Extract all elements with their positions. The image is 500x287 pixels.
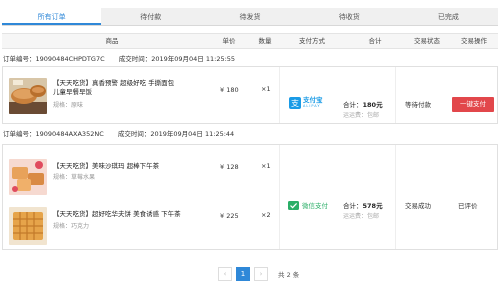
total-value: 180元 [362, 101, 383, 109]
product-spec: 规格：原味 [53, 102, 84, 109]
total-label: 合计： [343, 202, 363, 210]
pay-now-button[interactable]: 一键支付 [452, 97, 494, 112]
trade-status: 等待付款 [405, 101, 431, 109]
page-number-button[interactable]: 1 [236, 267, 250, 281]
column-divider [395, 67, 396, 123]
product-spec: 规格：草莓水果 [53, 174, 96, 181]
shipping-fee: 运运费：包邮 [343, 112, 380, 119]
product-spec: 规格：巧克力 [53, 223, 90, 230]
order-meta: 订单编号：19090484CHPDTG7C 成交时间：2019年09月04日 1… [3, 54, 235, 64]
order-total: 合计：180元 [343, 99, 383, 109]
payment-alipay: 支 支付宝 ALIPAY [289, 97, 323, 109]
tab-pending-shipment[interactable]: 待发货 [200, 8, 299, 25]
alipay-icon: 支 [289, 97, 301, 109]
tab-completed[interactable]: 已完成 [399, 8, 498, 25]
header-quantity: 数量 [258, 37, 272, 45]
order-card: 【天天吃货】真香预警 超级好吃 手撕面包 儿童早餐早饭 规格：原味 ¥ 180 … [2, 66, 498, 124]
total-count: 共 2 条 [278, 271, 300, 279]
payment-wechat: 微信支付 [288, 200, 328, 210]
svg-text:支: 支 [291, 98, 299, 108]
tab-pending-payment[interactable]: 待付款 [101, 8, 200, 25]
product-title[interactable]: 【天天吃货】超好吃华夫饼 美食诱惑 下午茶 [53, 210, 203, 219]
order-time: 成交时间：2019年09月04日 11:25:55 [118, 55, 236, 63]
trade-status: 交易成功 [405, 202, 431, 210]
unit-price: ¥ 180 [220, 86, 239, 94]
reviewed-link[interactable]: 已评价 [458, 200, 478, 210]
quantity: ×1 [261, 162, 271, 170]
total-value: 578元 [362, 202, 383, 210]
header-total: 合计 [368, 37, 382, 45]
order-number: 订单编号：19090484CHPDTG7C [3, 55, 105, 63]
unit-price: ¥ 128 [220, 163, 239, 171]
total-label: 合计： [343, 101, 363, 109]
alipay-sub-label: ALIPAY [303, 104, 321, 108]
product-title[interactable]: 【天天吃货】真香预警 超级好吃 手撕面包 儿童早餐早饭 [53, 79, 181, 97]
prev-page-button[interactable]: ‹ [218, 267, 232, 281]
column-divider [395, 145, 396, 249]
tab-pending-receipt[interactable]: 待收货 [300, 8, 399, 25]
order-tabs: 所有订单 待付款 待发货 待收货 已完成 [2, 8, 498, 26]
header-status: 交易状态 [414, 37, 440, 45]
header-payment-method: 支付方式 [299, 37, 325, 45]
tab-all-orders[interactable]: 所有订单 [2, 8, 102, 25]
quantity: ×1 [261, 85, 271, 93]
column-divider [279, 67, 280, 123]
product-image-shaqima[interactable] [9, 159, 47, 195]
order-card: 【天天吃货】美味沙琪玛 超棒下午茶 规格：草莓水果 ¥ 128 ×1 【天天吃货… [2, 144, 498, 250]
order-number: 订单编号：19090484AXA352NC [3, 130, 104, 138]
product-image-waffle[interactable] [9, 207, 47, 245]
product-image-bread[interactable] [9, 78, 47, 114]
order-total: 合计：578元 [343, 200, 383, 210]
column-divider [279, 145, 280, 249]
next-page-button[interactable]: › [254, 267, 268, 281]
header-unit-price: 单价 [222, 37, 236, 45]
order-time: 成交时间：2019年09月04日 11:25:44 [117, 130, 235, 138]
header-product: 商品 [105, 37, 119, 45]
unit-price: ¥ 225 [220, 212, 239, 220]
header-action: 交易操作 [461, 37, 487, 45]
order-meta: 订单编号：19090484AXA352NC 成交时间：2019年09月04日 1… [3, 129, 234, 139]
wechat-pay-label: 微信支付 [302, 202, 328, 210]
table-header: 商品 单价 数量 支付方式 合计 交易状态 交易操作 [2, 33, 498, 49]
wechat-pay-icon [288, 200, 299, 210]
product-title[interactable]: 【天天吃货】美味沙琪玛 超棒下午茶 [53, 162, 193, 171]
shipping-fee: 运运费：包邮 [343, 213, 380, 220]
pagination: ‹ 1 › 共 2 条 [218, 267, 299, 281]
quantity: ×2 [261, 211, 271, 219]
